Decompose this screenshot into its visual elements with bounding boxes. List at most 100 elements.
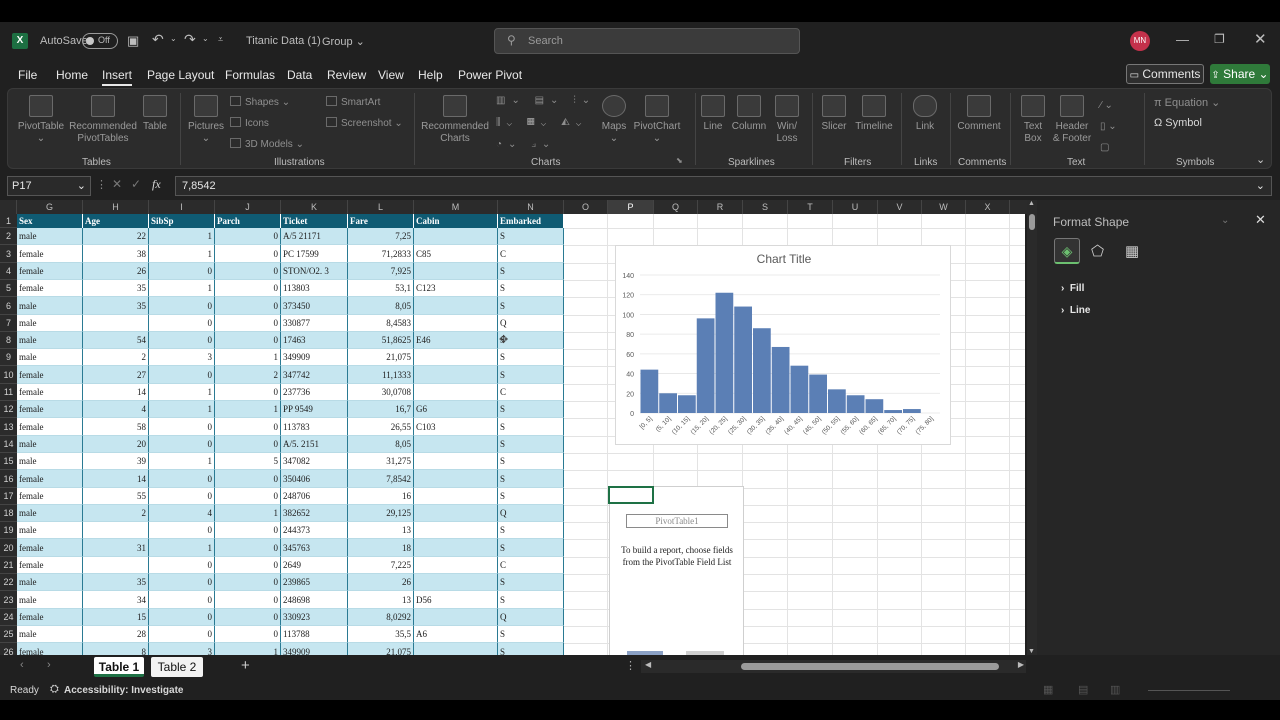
minimize-icon[interactable]: — (1176, 32, 1189, 47)
row-header[interactable]: 24 (0, 609, 17, 626)
table-cell[interactable]: 2 (83, 505, 149, 522)
tab-view[interactable]: View (378, 68, 404, 82)
table-cell[interactable]: 345763 (281, 539, 348, 557)
next-sheet-icon[interactable]: › (47, 659, 51, 671)
table-cell[interactable]: 0 (215, 436, 281, 453)
table-cell[interactable]: C (498, 557, 564, 574)
table-cell[interactable]: female (17, 470, 83, 488)
row-header[interactable]: 12 (0, 401, 17, 418)
table-cell[interactable]: male (17, 453, 83, 470)
column-header-q[interactable]: Q (654, 200, 698, 214)
select-all-corner[interactable] (0, 200, 17, 214)
table-cell[interactable] (414, 574, 498, 591)
table-cell[interactable]: 0 (215, 263, 281, 280)
row-header[interactable]: 22 (0, 574, 17, 591)
table-cell[interactable]: 53,1 (348, 280, 414, 297)
chart-type-buttons-row2[interactable]: ⫼⌄ ▦⌄ ◭⌄ (496, 117, 587, 128)
zoom-slider[interactable] (1148, 690, 1230, 691)
table-cell[interactable]: C123 (414, 280, 498, 297)
table-cell[interactable]: female (17, 418, 83, 436)
pivottable-button[interactable]: PivotTable ⌄ (14, 95, 68, 145)
table-cell[interactable]: S (498, 591, 564, 609)
table-cell[interactable]: 31 (83, 539, 149, 557)
row-header[interactable]: 13 (0, 418, 17, 436)
table-cell[interactable]: 26,55 (348, 418, 414, 436)
table-cell[interactable] (414, 453, 498, 470)
row-header[interactable]: 4 (0, 263, 17, 280)
table-cell[interactable]: male (17, 574, 83, 591)
sheet-tab-table-1[interactable]: Table 1 (94, 657, 144, 677)
table-cell[interactable]: 347742 (281, 366, 348, 384)
table-cell[interactable]: 0 (215, 297, 281, 315)
table-cell[interactable]: 38 (83, 245, 149, 263)
text-more-buttons[interactable]: ∕ ⌄ ▯ ⌄ ▢ (1100, 95, 1117, 158)
table-cell[interactable]: C85 (414, 245, 498, 263)
table-cell[interactable] (414, 488, 498, 505)
insert-function-icon[interactable]: fx (152, 177, 161, 192)
scroll-down-icon[interactable]: ▼ (1028, 648, 1035, 655)
table-cell[interactable]: female (17, 280, 83, 297)
table-cell[interactable]: male (17, 332, 83, 349)
table-cell[interactable]: 0 (149, 591, 215, 609)
redo-dropdown-icon[interactable]: ⌄ (202, 34, 209, 43)
table-cell[interactable]: 35 (83, 280, 149, 297)
table-cell[interactable]: 1 (149, 401, 215, 418)
table-cell[interactable]: 14 (83, 384, 149, 401)
histogram-bar[interactable] (771, 346, 790, 413)
table-cell[interactable]: male (17, 228, 83, 245)
undo-icon[interactable]: ↶ (152, 31, 164, 48)
histogram-bar[interactable] (715, 292, 734, 413)
table-cell[interactable]: S (498, 297, 564, 315)
tab-page-layout[interactable]: Page Layout (147, 68, 214, 82)
table-cell[interactable]: 15 (83, 609, 149, 626)
column-header-r[interactable]: R (698, 200, 743, 214)
enter-formula-icon[interactable]: ✓ (131, 177, 141, 191)
table-cell[interactable]: 7,925 (348, 263, 414, 280)
table-cell[interactable]: 0 (215, 332, 281, 349)
tab-insert[interactable]: Insert (102, 68, 133, 86)
table-cell[interactable] (414, 539, 498, 557)
table-cell[interactable]: 3 (149, 643, 215, 655)
row-header[interactable]: 6 (0, 297, 17, 315)
charts-dialog-launcher-icon[interactable]: ⬊ (676, 156, 683, 165)
histogram-bar[interactable] (640, 369, 659, 413)
table-cell[interactable]: 0 (215, 522, 281, 539)
table-cell[interactable]: 0 (215, 315, 281, 332)
table-cell[interactable]: A/5 21171 (281, 228, 348, 245)
row-header[interactable]: 16 (0, 470, 17, 488)
timeline-button[interactable]: Timeline (852, 95, 896, 133)
table-cell[interactable]: 350406 (281, 470, 348, 488)
table-cell[interactable]: 29,125 (348, 505, 414, 522)
table-cell[interactable]: 7,8542 (348, 470, 414, 488)
table-cell[interactable]: 0 (149, 488, 215, 505)
vertical-scrollbar[interactable]: ▲ ▼ (1027, 200, 1037, 655)
table-cell[interactable]: S (498, 418, 564, 436)
table-cell[interactable]: 0 (215, 574, 281, 591)
table-cell[interactable] (414, 470, 498, 488)
table-cell[interactable]: 28 (83, 626, 149, 643)
column-header-j[interactable]: J (215, 200, 281, 214)
table-cell[interactable]: 244373 (281, 522, 348, 539)
column-header-s[interactable]: S (743, 200, 788, 214)
table-cell[interactable]: 0 (215, 488, 281, 505)
expand-formula-icon[interactable]: ⌄ (1256, 177, 1265, 195)
table-cell[interactable]: E46 (414, 332, 498, 349)
page-break-view-icon[interactable]: ▥ (1110, 683, 1120, 696)
table-cell[interactable]: 34 (83, 591, 149, 609)
table-cell[interactable]: 248698 (281, 591, 348, 609)
row-header[interactable]: 20 (0, 539, 17, 557)
table-cell[interactable] (414, 228, 498, 245)
smartart-button[interactable]: SmartArt (326, 96, 380, 108)
table-cell[interactable]: 30,0708 (348, 384, 414, 401)
equation-button[interactable]: π Equation ⌄ (1154, 96, 1220, 109)
column-header-i[interactable]: I (149, 200, 215, 214)
pivottable-placeholder[interactable]: PivotTable1 To build a report, choose fi… (609, 486, 744, 655)
scroll-right-icon[interactable]: ▶ (1018, 660, 1024, 669)
row-header[interactable]: 10 (0, 366, 17, 384)
icons-button[interactable]: Icons (230, 117, 269, 129)
table-cell[interactable]: 58 (83, 418, 149, 436)
table-cell[interactable]: 20 (83, 436, 149, 453)
redo-icon[interactable]: ↷ (184, 31, 196, 48)
table-cell[interactable]: 1 (149, 245, 215, 263)
table-cell[interactable] (414, 609, 498, 626)
